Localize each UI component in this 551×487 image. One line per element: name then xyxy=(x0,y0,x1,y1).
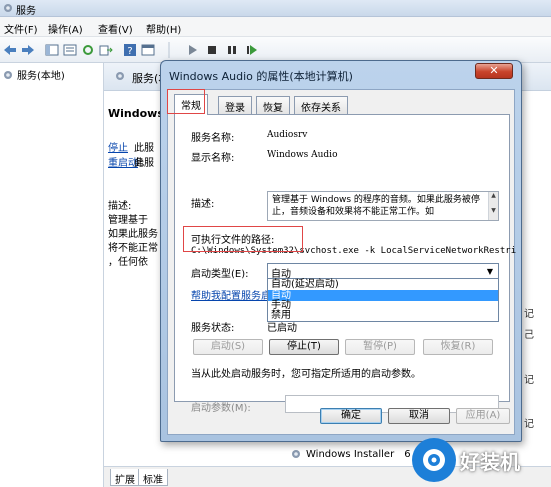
tab-extended[interactable]: 扩展 xyxy=(110,469,140,486)
back-arrow-icon[interactable] xyxy=(2,42,18,58)
startup-params-hint: 当从此处启动服务时，您可指定所适用的启动参数。 xyxy=(191,369,421,380)
general-tab-panel: 服务名称: Audiosrv 显示名称: Windows Audio 描述: 管… xyxy=(174,114,516,414)
pause-icon[interactable] xyxy=(224,42,240,58)
list-cell: 己 xyxy=(524,330,534,341)
stop-button[interactable]: 停止(T) xyxy=(269,339,339,355)
list-cell: 记 xyxy=(524,375,534,386)
apply-button-label: 应用(A) xyxy=(465,410,501,421)
services-gear-icon xyxy=(4,4,12,12)
chevron-down-icon[interactable]: ▼ xyxy=(484,266,496,276)
refresh-icon[interactable] xyxy=(80,42,96,58)
exe-path-value: C:\Windows\System32\svchost.exe -k Local… xyxy=(191,246,517,256)
stop-service-link[interactable]: 停止 xyxy=(108,139,128,154)
services-gear-icon xyxy=(4,70,12,79)
svg-text:?: ? xyxy=(127,46,132,57)
startup-option-auto-delayed[interactable]: 自动(延迟启动) xyxy=(268,279,498,290)
dialog-title: Windows Audio 的属性(本地计算机) xyxy=(169,70,353,83)
menu-bar: 文件(F) 操作(A) 查看(V) 帮助(H) xyxy=(0,17,551,37)
pause-button-label: 暂停(P) xyxy=(363,341,397,352)
menu-file[interactable]: 文件(F) xyxy=(4,21,38,36)
service-row-name: Windows Installer xyxy=(306,448,395,460)
pause-button[interactable]: 暂停(P) xyxy=(345,339,415,355)
resume-button-label: 恢复(R) xyxy=(440,341,476,352)
description-line: 管理基于 xyxy=(108,215,148,226)
start-button[interactable]: 启动(S) xyxy=(193,339,263,355)
list-cell: 记 xyxy=(524,419,534,430)
watermark: 好装机 xyxy=(412,436,548,484)
startup-option-disabled[interactable]: 禁用 xyxy=(268,310,498,321)
service-name-label: 服务名称: xyxy=(191,133,235,144)
tab-general[interactable]: 常规 xyxy=(174,94,208,115)
stop-button-label: 停止(T) xyxy=(287,341,321,352)
start-button-label: 启动(S) xyxy=(210,341,246,352)
apply-button[interactable]: 应用(A) xyxy=(456,408,510,424)
description-line: 如果此服务 xyxy=(108,229,158,240)
play-icon[interactable] xyxy=(184,42,200,58)
exe-path-label: 可执行文件的路径: xyxy=(191,235,275,246)
ok-button[interactable]: 确定 xyxy=(320,408,382,424)
service-row-tail: 6 xyxy=(404,448,411,460)
menu-help[interactable]: 帮助(H) xyxy=(146,21,181,36)
forward-arrow-icon[interactable] xyxy=(20,42,36,58)
properties-icon[interactable] xyxy=(62,42,78,58)
export-icon[interactable] xyxy=(98,42,114,58)
properties-dialog: Windows Audio 的属性(本地计算机) ✕ 常规 登录 恢复 依存关系… xyxy=(160,60,522,442)
cancel-button-label: 取消 xyxy=(409,410,429,421)
tab-dependencies[interactable]: 依存关系 xyxy=(294,96,348,114)
toolbar-separator xyxy=(164,42,174,58)
restart-service-link-suffix: 此服 xyxy=(134,158,154,169)
console-tree-icon[interactable] xyxy=(44,42,60,58)
tree-item-services-local[interactable]: 服务(本地) xyxy=(2,67,65,82)
stop-icon[interactable] xyxy=(204,42,220,58)
service-row-windows-installer[interactable]: Windows Installer 6 xyxy=(290,448,411,460)
display-name-label: 显示名称: xyxy=(191,153,235,164)
display-name-value: Windows Audio xyxy=(267,150,338,160)
menu-view[interactable]: 查看(V) xyxy=(98,21,133,36)
description-label: 描述: xyxy=(108,201,132,212)
services-gear-icon xyxy=(292,450,300,458)
service-description-panel: Windows 停止 此服务 重启动 此服 描述: 管理基于 如果此服务 将不能… xyxy=(104,91,164,471)
services-gear-icon xyxy=(116,72,124,80)
description-textbox[interactable]: 管理基于 Windows 的程序的音频。如果此服务被停止，音频设备和效果将不能正… xyxy=(267,191,499,221)
ok-button-label: 确定 xyxy=(341,410,361,421)
tree-item-label: 服务(本地) xyxy=(17,71,65,82)
dialog-body: 常规 登录 恢复 依存关系 服务名称: Audiosrv 显示名称: Windo… xyxy=(167,89,516,435)
list-cell: 记 xyxy=(524,309,534,320)
selected-service-name: Windows xyxy=(108,107,164,120)
description-line: 将不能正常 xyxy=(108,243,158,254)
watermark-text: 好装机 xyxy=(460,449,520,474)
close-button[interactable]: ✕ xyxy=(475,63,513,79)
scroll-down-icon[interactable]: ▼ xyxy=(489,207,498,214)
service-status-label: 服务状态: xyxy=(191,323,235,334)
console-icon[interactable] xyxy=(140,42,156,58)
title-bar: 服务 xyxy=(0,0,551,17)
cancel-button[interactable]: 取消 xyxy=(388,408,450,424)
description-line: ，任何依 xyxy=(108,257,148,268)
restart-icon[interactable] xyxy=(244,42,260,58)
console-tree: 服务(本地) xyxy=(0,63,104,487)
close-icon: ✕ xyxy=(489,64,499,77)
startup-type-select[interactable]: 自动 ▼ xyxy=(267,263,499,280)
service-name-value: Audiosrv xyxy=(267,130,308,140)
startup-type-label: 启动类型(E): xyxy=(191,269,249,280)
startup-type-dropdown: 自动(延迟启动) 自动 手动 禁用 xyxy=(267,278,499,322)
description-text: 管理基于 Windows 的程序的音频。如果此服务被停止，音频设备和效果将不能正… xyxy=(272,195,480,217)
scroll-up-icon[interactable]: ▲ xyxy=(489,192,498,199)
tab-standard[interactable]: 标准 xyxy=(138,469,168,486)
help-icon[interactable]: ? xyxy=(122,42,138,58)
startup-params-label: 启动参数(M): xyxy=(191,403,251,414)
resume-button[interactable]: 恢复(R) xyxy=(423,339,493,355)
window-title: 服务 xyxy=(16,6,36,17)
description-scrollbar[interactable]: ▲ ▼ xyxy=(488,192,498,220)
menu-action[interactable]: 操作(A) xyxy=(48,21,83,36)
tab-logon[interactable]: 登录 xyxy=(218,96,252,114)
description-label: 描述: xyxy=(191,199,215,210)
tab-recovery[interactable]: 恢复 xyxy=(256,96,290,114)
watermark-logo-icon xyxy=(412,438,456,482)
